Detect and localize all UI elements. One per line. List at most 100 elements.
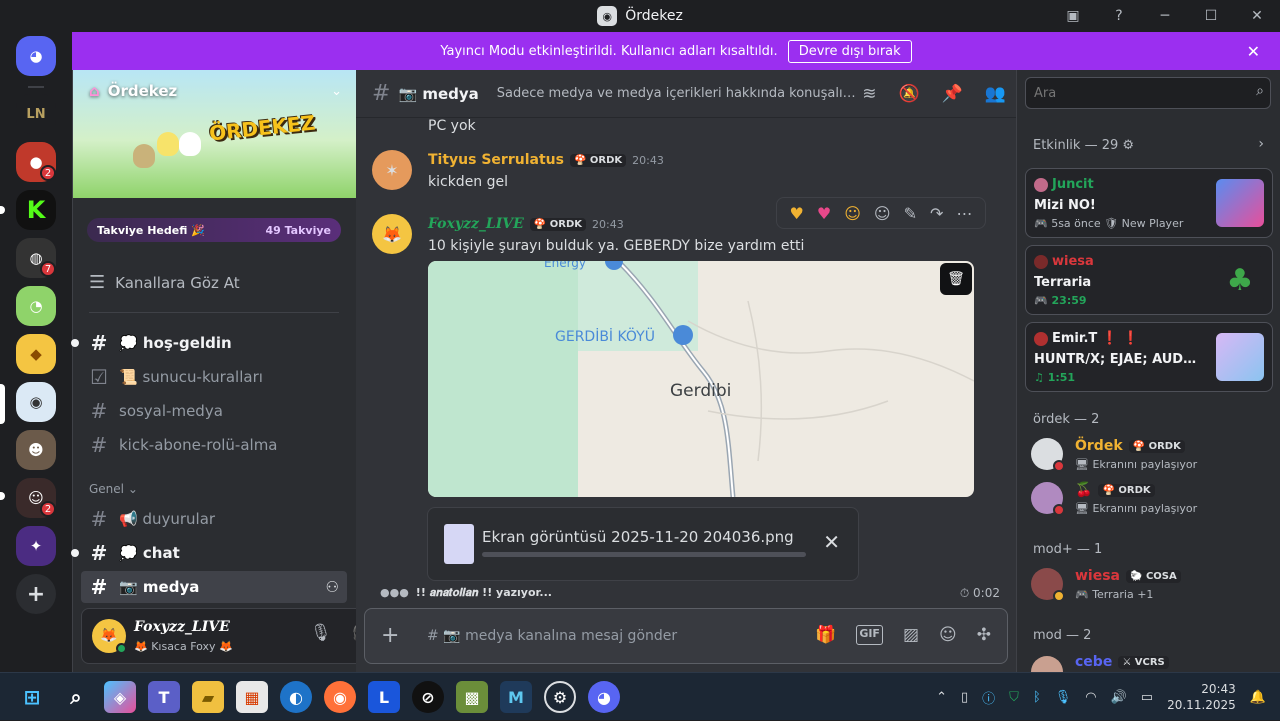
teams-icon[interactable]: T — [148, 681, 180, 713]
channel-duyurular[interactable]: # 📢 duyurular — [81, 503, 347, 535]
close-icon[interactable]: ✕ — [823, 530, 840, 554]
member-item[interactable]: cebe ⚔ VCRS — [1031, 652, 1271, 672]
emoji-icon[interactable]: ☺ — [939, 625, 957, 645]
home-discord-icon[interactable]: ◕ — [16, 36, 56, 76]
info-icon[interactable]: ⓘ — [982, 688, 995, 707]
member-status: 🖥 Ekranını paylaşıyor — [1075, 458, 1198, 471]
server-icon-person[interactable]: ☻ — [16, 430, 56, 470]
notification-bell-muted-icon[interactable]: 🔕 — [898, 84, 919, 104]
channel-kick-abone-rolu-alma[interactable]: # kick-abone-rolü-alma — [81, 429, 347, 461]
maximize-button[interactable]: ☐ — [1188, 0, 1234, 32]
server-icon-purple[interactable]: ✦ — [16, 526, 56, 566]
file-explorer-icon[interactable]: ▰ — [192, 681, 224, 713]
chevron-right-icon[interactable]: › — [1258, 136, 1264, 152]
browse-channels-button[interactable]: ☰ Kanallara Göz At — [89, 272, 240, 293]
copilot-icon[interactable]: ◈ — [104, 681, 136, 713]
windows-start-icon[interactable]: ⊞ — [16, 681, 48, 713]
chevron-up-icon[interactable]: ⌃ — [936, 690, 947, 705]
terraria-tree-icon: ♣ — [1216, 256, 1264, 304]
gift-icon[interactable]: 🎁 — [815, 625, 836, 645]
typing-indicator: ●●● !! 𝒂𝒏𝒂𝒕𝒐𝒍𝒊𝒂𝒏 !! yazıyor... — [380, 586, 552, 599]
channel-sunucu-kurallari[interactable]: ☑ 📜 sunucu-kuralları — [81, 361, 347, 393]
search-icon[interactable]: ⌕ — [60, 681, 92, 713]
activity-card[interactable]: wiesa Terraria 🎮 23:59 ♣ — [1025, 245, 1273, 315]
activity-title: Terraria — [1034, 275, 1092, 290]
server-icon-ordekez[interactable]: ◉ — [16, 382, 56, 422]
app-m-icon[interactable]: M — [500, 681, 532, 713]
linear-icon[interactable]: ⊘ — [412, 681, 444, 713]
channel-sosyal-medya[interactable]: # sosyal-medya — [81, 395, 347, 427]
member-item[interactable]: 🍒 🍄 ORDK 🖥 Ekranını paylaşıyor — [1031, 478, 1271, 522]
avatar[interactable]: ✶ — [372, 150, 412, 190]
channel-topic[interactable]: Sadece medya ve medya içerikleri hakkınd… — [497, 86, 857, 101]
apps-icon[interactable]: ✣ — [977, 625, 991, 645]
role-tag: 🍄 ORDK — [1128, 439, 1185, 453]
map-label-town: Gerdibi — [670, 381, 732, 401]
message-author[interactable]: Tityus Serrulatus — [428, 152, 564, 168]
store-icon[interactable]: ▦ — [236, 681, 268, 713]
inbox-icon[interactable]: ▣ — [1050, 0, 1096, 32]
role-tag[interactable]: 🍄 ORDK — [529, 217, 587, 231]
close-window-button[interactable]: ✕ — [1234, 0, 1280, 32]
notification-bell-icon[interactable]: 🔔 — [1250, 690, 1266, 705]
launcher-l-icon[interactable]: L — [368, 681, 400, 713]
minimize-button[interactable]: ─ — [1142, 0, 1188, 32]
pin-icon[interactable]: 📌 — [942, 84, 963, 104]
channel-hos-geldin[interactable]: # 💭 hoş-geldin — [71, 327, 347, 359]
trash-icon[interactable]: 🗑 — [940, 263, 972, 295]
message-input[interactable]: # 📷 medya kanalına mesaj gönder — [427, 628, 677, 644]
disable-streamer-mode-button[interactable]: Devre dışı bırak — [787, 39, 912, 63]
minecraft-icon[interactable]: ▩ — [456, 681, 488, 713]
add-member-icon[interactable]: ⚇ — [326, 578, 339, 596]
close-icon[interactable]: ✕ — [1247, 42, 1260, 61]
microphone-icon[interactable]: 🎙 — [1055, 690, 1072, 705]
server-name-button[interactable]: ⌂ Ördekez — [89, 82, 177, 100]
server-icon-ln[interactable]: LN — [16, 94, 56, 134]
mention-badge: 2 — [40, 165, 56, 181]
volume-icon[interactable]: 🔊 — [1111, 690, 1127, 705]
hash-icon: # — [90, 331, 108, 355]
add-server-icon[interactable]: + — [16, 574, 56, 614]
usb-icon[interactable]: ▯ — [961, 690, 968, 705]
member-status: 🎮 Terraria +1 — [1075, 588, 1154, 601]
shield-icon[interactable]: ⛉ — [1009, 690, 1019, 705]
server-icon-fox[interactable]: ◆ — [16, 334, 56, 374]
threads-icon[interactable]: ≋ — [862, 84, 876, 104]
hash-icon: # — [90, 433, 108, 457]
firefox-icon[interactable]: ◉ — [324, 681, 356, 713]
clock[interactable]: 20:43 20.11.2025 — [1167, 681, 1236, 713]
help-icon[interactable]: ? — [1096, 0, 1142, 32]
member-list-icon[interactable]: 👥 — [985, 84, 1006, 104]
member-item[interactable]: Ördek 🍄 ORDK 🖥 Ekranını paylaşıyor — [1031, 434, 1271, 478]
plus-upload-icon[interactable]: + — [381, 623, 399, 648]
discord-taskbar-icon[interactable]: ◕ — [588, 681, 620, 713]
steam-icon[interactable]: ⚙ — [544, 681, 576, 713]
role-tag[interactable]: 🍄 ORDK — [569, 153, 627, 167]
gif-icon[interactable]: GIF — [856, 625, 883, 645]
server-icon-duck[interactable]: ◔ — [16, 286, 56, 326]
message-composer[interactable]: + # 📷 medya kanalına mesaj gönder 🎁 GIF … — [364, 608, 1008, 664]
chevron-down-icon[interactable]: ⌄ — [331, 84, 342, 99]
battery-icon[interactable]: ▭ — [1141, 690, 1153, 705]
bluetooth-icon[interactable]: ᛒ — [1033, 690, 1041, 705]
member-item[interactable]: wiesa 🐑 COSA 🎮 Terraria +1 — [1031, 564, 1271, 608]
activity-card[interactable]: Emir.T ❗ ❗ HUNTR/X; EJAE; AUDREY ... ♫ 1… — [1025, 322, 1273, 392]
sticker-icon[interactable]: ▨ — [903, 625, 919, 645]
activity-card[interactable]: Juncit Mizi NO! 🎮 5sa önce 🛡 New Player — [1025, 168, 1273, 238]
avatar[interactable]: 🦊 — [372, 214, 412, 254]
app-icon: ◉ — [597, 6, 618, 26]
browser-icon[interactable]: ◐ — [280, 681, 312, 713]
map-image-attachment[interactable]: Energy GERDİBİ KÖYÜ Gerdibi 🗑 — [428, 261, 974, 497]
wifi-icon[interactable]: ◠ — [1085, 690, 1096, 705]
microphone-icon[interactable]: 🎙 — [310, 623, 332, 643]
duck-illustration — [133, 144, 155, 168]
boost-goal-bar[interactable]: Takviye Hedefi 🎉 49 Takviye — [87, 218, 341, 242]
search-input[interactable] — [1025, 77, 1271, 109]
activity-user: wiesa — [1052, 254, 1094, 269]
message-author[interactable]: Foxyzz_LIVE — [428, 216, 524, 232]
server-icon-kick[interactable]: K — [16, 190, 56, 230]
status-dnd-indicator — [1053, 504, 1065, 516]
channel-chat[interactable]: # 💭 chat — [71, 537, 347, 569]
channel-medya[interactable]: # 📷 medya ⚇ — [81, 571, 347, 603]
category-genel[interactable]: Genel ⌄ — [89, 482, 138, 496]
